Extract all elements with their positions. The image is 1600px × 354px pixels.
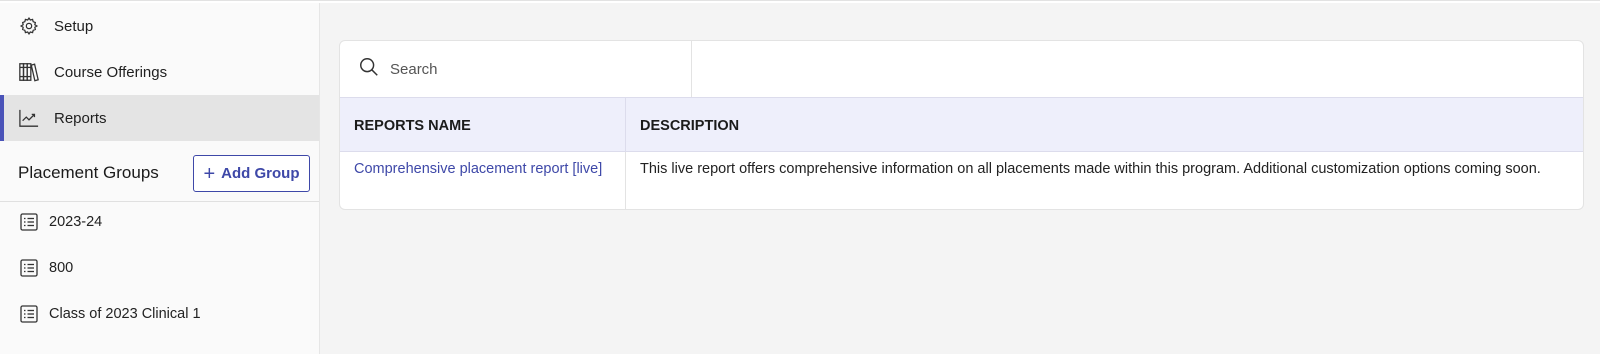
table-header: REPORTS NAME DESCRIPTION — [340, 97, 1583, 153]
search-box — [340, 41, 692, 97]
add-group-button[interactable]: + Add Group — [193, 155, 310, 192]
list-icon — [20, 305, 38, 323]
sidebar-item-course-offerings[interactable]: Course Offerings — [0, 49, 319, 95]
sidebar-item-setup[interactable]: Setup — [0, 3, 319, 49]
placement-groups-title: Placement Groups — [18, 163, 159, 182]
search-icon — [358, 56, 380, 83]
books-icon — [18, 61, 40, 83]
sidebar-item-label: Reports — [54, 109, 107, 127]
add-group-label: Add Group — [221, 165, 300, 182]
placement-group-item[interactable]: 800 — [0, 245, 319, 291]
table-row: Comprehensive placement report [live] Th… — [340, 152, 1583, 209]
placement-groups-header: Placement Groups + Add Group — [0, 146, 319, 202]
placement-group-label: 2023-24 — [49, 214, 103, 230]
placement-group-item[interactable]: Class of 2023 Clinical 1 — [0, 291, 319, 337]
column-header-reports-name[interactable]: REPORTS NAME — [340, 98, 626, 153]
gear-icon — [18, 15, 40, 37]
search-input[interactable] — [390, 60, 670, 78]
column-header-description[interactable]: DESCRIPTION — [626, 98, 1583, 153]
chart-icon — [18, 107, 40, 129]
report-name-link[interactable]: Comprehensive placement report [live] — [340, 152, 626, 209]
sidebar-item-label: Course Offerings — [54, 63, 168, 81]
sidebar: Setup Course Offerings Reports Placement… — [0, 3, 320, 354]
list-icon — [20, 259, 38, 277]
placement-group-item[interactable]: 2023-24 — [0, 199, 319, 245]
plus-icon: + — [203, 162, 216, 185]
report-description: This live report offers comprehensive in… — [640, 161, 1541, 177]
sidebar-item-label: Setup — [54, 17, 94, 35]
sidebar-item-reports[interactable]: Reports — [0, 95, 319, 141]
placement-group-label: 800 — [49, 260, 74, 276]
placement-group-label: Class of 2023 Clinical 1 — [49, 306, 201, 322]
list-icon — [20, 213, 38, 231]
reports-card: REPORTS NAME DESCRIPTION Comprehensive p… — [339, 40, 1584, 210]
